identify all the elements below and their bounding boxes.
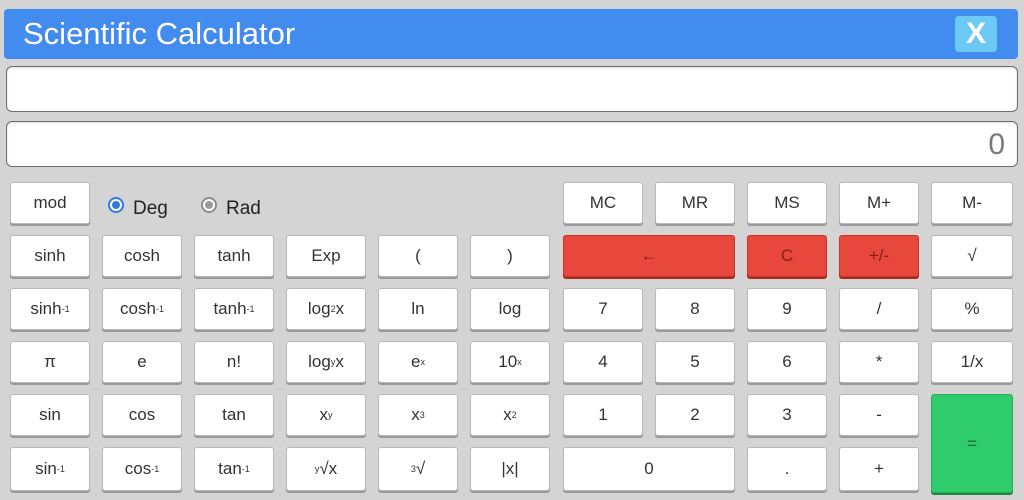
ten-power-base: 10 bbox=[498, 352, 518, 371]
exp-button[interactable]: Exp bbox=[286, 235, 366, 277]
title-bar: Scientific Calculator X bbox=[4, 9, 1018, 59]
rad-label: Rad bbox=[226, 198, 261, 219]
y-root-button[interactable]: y √x bbox=[286, 447, 366, 491]
factorial-button[interactable]: n! bbox=[194, 341, 274, 383]
mc-button[interactable]: MC bbox=[563, 182, 643, 224]
acos-label: cos bbox=[124, 459, 152, 478]
atan-button[interactable]: tan -1 bbox=[194, 447, 274, 491]
open-paren-button[interactable]: ( bbox=[378, 235, 458, 277]
digit-0-button[interactable]: 0 bbox=[563, 447, 735, 491]
equals-button[interactable]: = bbox=[931, 394, 1013, 493]
atanh-label: tanh bbox=[213, 299, 247, 318]
divide-button[interactable]: / bbox=[839, 288, 919, 330]
mr-button[interactable]: MR bbox=[655, 182, 735, 224]
negate-button[interactable]: +/- bbox=[839, 235, 919, 277]
mod-button[interactable]: mod bbox=[10, 182, 90, 224]
backspace-button[interactable]: ← bbox=[563, 235, 735, 277]
x-square-base: x bbox=[503, 405, 512, 424]
logy-label: log bbox=[308, 352, 331, 371]
x-cube-button[interactable]: x3 bbox=[378, 394, 458, 436]
cosh-button[interactable]: cosh bbox=[102, 235, 182, 277]
deg-label: Deg bbox=[133, 198, 168, 219]
log-button[interactable]: log bbox=[470, 288, 550, 330]
rad-radio[interactable]: Rad bbox=[201, 197, 261, 220]
acos-button[interactable]: cos -1 bbox=[102, 447, 182, 491]
log2-arg: x bbox=[335, 299, 345, 318]
tanh-button[interactable]: tanh bbox=[194, 235, 274, 277]
result-text: 0 bbox=[988, 128, 1005, 161]
e-power-button[interactable]: ex bbox=[378, 341, 458, 383]
percent-button[interactable]: % bbox=[931, 288, 1013, 330]
digit-9-button[interactable]: 9 bbox=[747, 288, 827, 330]
minus-button[interactable]: - bbox=[839, 394, 919, 436]
expression-display bbox=[6, 66, 1018, 112]
x-cube-base: x bbox=[411, 405, 420, 424]
cube-root-button[interactable]: 3 √ bbox=[378, 447, 458, 491]
close-button[interactable]: X bbox=[955, 16, 997, 52]
clear-button[interactable]: C bbox=[747, 235, 827, 277]
close-paren-button[interactable]: ) bbox=[470, 235, 550, 277]
digit-3-button[interactable]: 3 bbox=[747, 394, 827, 436]
atanh-button[interactable]: tanh -1 bbox=[194, 288, 274, 330]
log2-button[interactable]: log 2 x bbox=[286, 288, 366, 330]
pi-button[interactable]: π bbox=[10, 341, 90, 383]
window-title: Scientific Calculator bbox=[23, 16, 296, 51]
result-display: 0 bbox=[6, 121, 1018, 167]
acosh-label: cosh bbox=[120, 299, 156, 318]
e-power-base: e bbox=[411, 352, 421, 371]
cube-root-label: √ bbox=[415, 459, 426, 478]
x-power-y-button[interactable]: xy bbox=[286, 394, 366, 436]
decimal-button[interactable]: . bbox=[747, 447, 827, 491]
digit-6-button[interactable]: 6 bbox=[747, 341, 827, 383]
x-square-button[interactable]: x2 bbox=[470, 394, 550, 436]
digit-8-button[interactable]: 8 bbox=[655, 288, 735, 330]
m-plus-button[interactable]: M+ bbox=[839, 182, 919, 224]
reciprocal-button[interactable]: 1/x bbox=[931, 341, 1013, 383]
ln-button[interactable]: ln bbox=[378, 288, 458, 330]
ms-button[interactable]: MS bbox=[747, 182, 827, 224]
digit-7-button[interactable]: 7 bbox=[563, 288, 643, 330]
plus-button[interactable]: + bbox=[839, 447, 919, 491]
asinh-label: sinh bbox=[30, 299, 62, 318]
x-power-y-base: x bbox=[319, 405, 329, 424]
acosh-button[interactable]: cosh -1 bbox=[102, 288, 182, 330]
sqrt-button[interactable]: √ bbox=[931, 235, 1013, 277]
asin-button[interactable]: sin -1 bbox=[10, 447, 90, 491]
tan-button[interactable]: tan bbox=[194, 394, 274, 436]
e-button[interactable]: e bbox=[102, 341, 182, 383]
multiply-button[interactable]: * bbox=[839, 341, 919, 383]
ten-power-button[interactable]: 10 x bbox=[470, 341, 550, 383]
m-minus-button[interactable]: M- bbox=[931, 182, 1013, 224]
cos-button[interactable]: cos bbox=[102, 394, 182, 436]
digit-2-button[interactable]: 2 bbox=[655, 394, 735, 436]
asin-label: sin bbox=[35, 459, 57, 478]
digit-1-button[interactable]: 1 bbox=[563, 394, 643, 436]
log2-label: log bbox=[307, 299, 331, 318]
digit-4-button[interactable]: 4 bbox=[563, 341, 643, 383]
digit-5-button[interactable]: 5 bbox=[655, 341, 735, 383]
y-root-label: √x bbox=[319, 459, 338, 478]
deg-radio[interactable]: Deg bbox=[108, 197, 168, 220]
logy-button[interactable]: log y x bbox=[286, 341, 366, 383]
abs-button[interactable]: |x| bbox=[470, 447, 550, 491]
deg-radio-indicator bbox=[108, 197, 124, 213]
sinh-button[interactable]: sinh bbox=[10, 235, 90, 277]
atan-label: tan bbox=[218, 459, 242, 478]
logy-arg: x bbox=[335, 352, 344, 371]
asinh-button[interactable]: sinh -1 bbox=[10, 288, 90, 330]
rad-radio-indicator bbox=[201, 197, 217, 213]
sin-button[interactable]: sin bbox=[10, 394, 90, 436]
